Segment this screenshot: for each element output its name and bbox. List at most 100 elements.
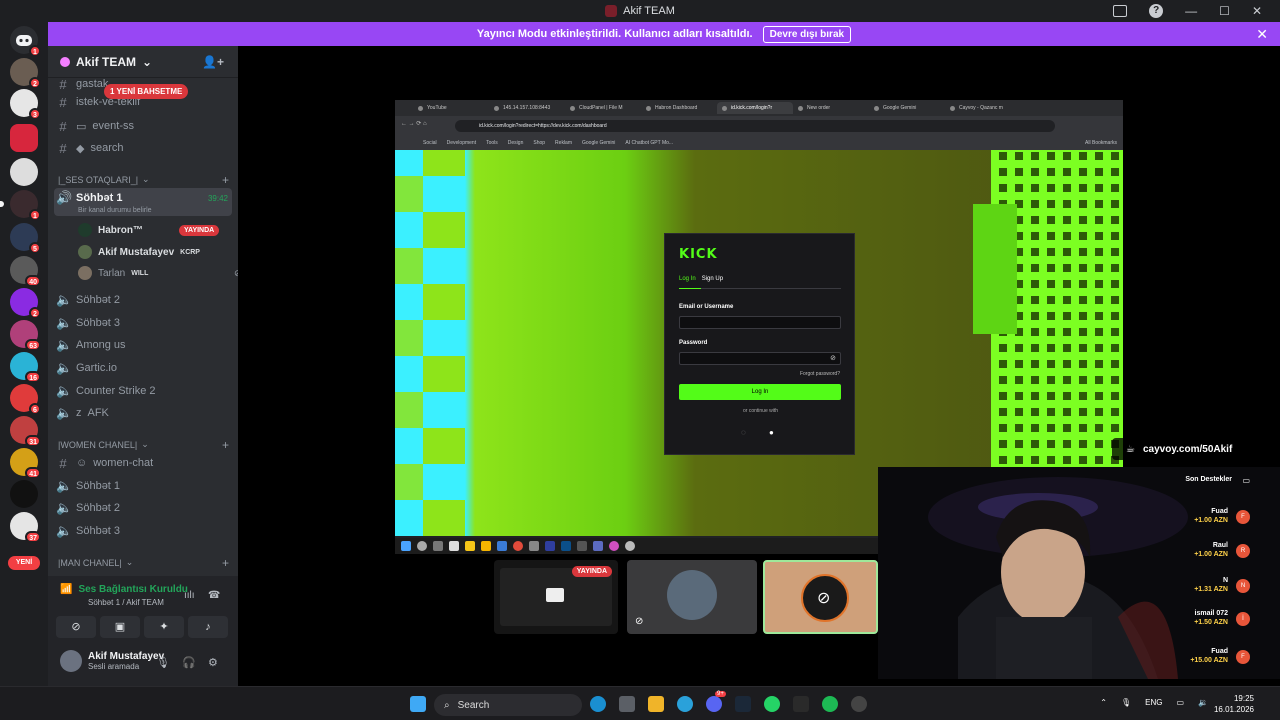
voice-channel-cs2[interactable]: 🔈 Counter Strike 2 bbox=[56, 381, 234, 401]
participant-tile-screen[interactable]: YAYINDA bbox=[494, 560, 618, 634]
server-icon-7[interactable]: 40 bbox=[10, 256, 41, 287]
server-icon-10[interactable]: 16 bbox=[10, 352, 41, 383]
close-button[interactable]: ✕ bbox=[1252, 4, 1262, 18]
taskbar-search[interactable]: ⌕ Search bbox=[434, 694, 582, 716]
password-field[interactable]: ⊘ bbox=[679, 352, 841, 365]
add-member-icon[interactable]: 👤+ bbox=[202, 55, 224, 69]
voice-channel-afk[interactable]: 🔈 z AFK bbox=[56, 403, 234, 423]
donation-link-overlay: ☕ cayvoy.com/50Akif bbox=[1112, 438, 1252, 460]
voice-channel-among-us[interactable]: 🔈 Among us bbox=[56, 335, 234, 355]
minimize-button[interactable]: — bbox=[1185, 4, 1197, 18]
whatsapp-icon[interactable] bbox=[764, 696, 780, 712]
voice-user-akif[interactable]: Akif Mustafayev KCRP bbox=[78, 242, 200, 262]
spotify-icon[interactable] bbox=[822, 696, 838, 712]
participant-tile-speaking[interactable]: ⊘ bbox=[763, 560, 878, 634]
browser-tab: New order bbox=[793, 102, 869, 114]
women-voice-sohbet-3[interactable]: 🔈 Söhbət 3 bbox=[56, 521, 234, 541]
voice-connected-status[interactable]: 📶 Ses Bağlantısı Kuruldu bbox=[60, 584, 188, 595]
telegram-icon[interactable] bbox=[677, 696, 693, 712]
inbox-icon[interactable] bbox=[1113, 5, 1128, 17]
google-login-icon[interactable]: ◌ bbox=[741, 428, 746, 437]
microphone-icon[interactable]: 🎙 bbox=[156, 656, 170, 669]
discord-home-icon[interactable]: 1 bbox=[10, 26, 41, 57]
voice-channel-gartic[interactable]: 🔈 Gartic.io bbox=[56, 358, 234, 378]
channel-status[interactable]: Bir kanal durumu belirle bbox=[78, 207, 152, 214]
epic-games-icon[interactable] bbox=[793, 696, 809, 712]
email-field[interactable] bbox=[679, 316, 841, 329]
file-explorer-icon[interactable] bbox=[648, 696, 664, 712]
continue-with-label: or continue with bbox=[742, 408, 779, 414]
help-icon[interactable]: ? bbox=[1149, 4, 1164, 18]
server-icon-13[interactable]: 41 bbox=[10, 448, 41, 479]
noise-suppression-icon[interactable]: ıılı bbox=[184, 590, 195, 601]
steam-icon[interactable] bbox=[735, 696, 751, 712]
forgot-password-link[interactable]: Forgot password? bbox=[800, 371, 840, 377]
obs-icon[interactable] bbox=[851, 696, 867, 712]
start-button[interactable] bbox=[410, 696, 426, 712]
server-icon-14[interactable] bbox=[10, 480, 38, 508]
server-icon-1[interactable]: 2 bbox=[10, 58, 41, 89]
live-badge: YAYINDA bbox=[571, 566, 612, 577]
women-voice-sohbet-1[interactable]: 🔈 Söhbət 1 bbox=[56, 476, 234, 496]
server-icon-4[interactable] bbox=[10, 158, 38, 186]
store-icon[interactable] bbox=[619, 696, 635, 712]
disable-streamer-mode-button[interactable]: Devre dışı bırak bbox=[762, 25, 852, 43]
voice-user-habron[interactable]: Habron™ YAYINDA bbox=[78, 220, 220, 240]
server-icon-12[interactable]: 31 bbox=[10, 416, 41, 447]
volume-icon[interactable]: 🔉 bbox=[1198, 698, 1208, 707]
server-rail: 1 2 3 1 5 40 2 63 16 6 31 41 37 YENİ bbox=[0, 22, 48, 686]
login-tab[interactable]: Log In bbox=[679, 276, 696, 282]
voice-user-tarlan[interactable]: Tarlan WILL ⊘ bbox=[78, 263, 238, 283]
server-icon-2[interactable]: 3 bbox=[10, 89, 41, 120]
new-servers-badge[interactable]: YENİ bbox=[8, 556, 40, 570]
signup-tab[interactable]: Sign Up bbox=[702, 276, 723, 282]
discord-icon[interactable]: 9+ bbox=[706, 691, 726, 712]
voice-channel-path[interactable]: Söhbət 1 / Akif TEAM bbox=[88, 598, 164, 607]
camera-off-button[interactable]: ⊘ bbox=[56, 616, 96, 638]
eye-off-icon[interactable]: ⊘ bbox=[830, 354, 836, 362]
server-icon-15[interactable]: 37 bbox=[10, 512, 41, 543]
server-icon-11[interactable]: 6 bbox=[10, 384, 41, 415]
microphone-icon[interactable]: 🎙 bbox=[1121, 698, 1131, 707]
headphones-icon[interactable]: 🎧 bbox=[182, 656, 196, 669]
server-icon-6[interactable]: 5 bbox=[10, 223, 41, 254]
new-mention-badge[interactable]: 1 YENİ BAHSETME bbox=[104, 84, 189, 99]
apple-login-icon[interactable]: ● bbox=[769, 428, 774, 437]
user-tag: KCRP bbox=[180, 248, 200, 256]
taskbar-clock[interactable]: 19:25 16.01.2026 bbox=[1214, 693, 1254, 715]
language-indicator[interactable]: ENG bbox=[1145, 698, 1162, 707]
login-button[interactable]: Log In bbox=[679, 384, 841, 400]
browser-tab: 145.14.157.108:8443 bbox=[489, 102, 565, 114]
server-icon-8[interactable]: 2 bbox=[10, 288, 41, 319]
channel-event-ss[interactable]: # ▭ event-ss bbox=[56, 116, 234, 136]
server-icon-9[interactable]: 63 bbox=[10, 320, 41, 351]
soundboard-button[interactable]: ♪ bbox=[188, 616, 228, 638]
activities-button[interactable]: ✦ bbox=[144, 616, 184, 638]
chevron-up-icon[interactable]: ⌃ bbox=[1100, 698, 1107, 707]
add-channel-icon[interactable]: + bbox=[222, 556, 229, 570]
server-icon-3[interactable] bbox=[10, 124, 38, 152]
edge-icon[interactable] bbox=[590, 696, 606, 712]
man-category[interactable]: |MAN CHANEL| ⌄ + bbox=[58, 556, 229, 570]
banner-text: Yayıncı Modu etkinleştirildi. Kullanıcı … bbox=[476, 28, 753, 40]
network-icon[interactable]: ▭ bbox=[1176, 698, 1184, 707]
participant-tile-user[interactable]: ⊘ bbox=[627, 560, 757, 634]
screen-share-button[interactable]: ▣ bbox=[100, 616, 140, 638]
add-channel-icon[interactable]: + bbox=[222, 438, 229, 452]
settings-gear-icon[interactable]: ⚙ bbox=[208, 656, 218, 669]
banner-close-icon[interactable]: ✕ bbox=[1256, 26, 1268, 43]
women-voice-sohbet-2[interactable]: 🔈 Söhbət 2 bbox=[56, 498, 234, 518]
voice-channel-sohbet-1[interactable]: 🔊 Söhbət 1 39:42 bbox=[56, 188, 234, 208]
user-account[interactable]: Akif Mustafayev Sesli aramada bbox=[60, 650, 164, 672]
voice-channel-sohbet-2[interactable]: 🔈 Söhbət 2 bbox=[56, 290, 234, 310]
avatar bbox=[78, 266, 92, 280]
channel-search[interactable]: # ◆ search bbox=[56, 138, 234, 158]
voice-category[interactable]: |_SES OTAQLARI_| ⌄ + bbox=[58, 173, 229, 187]
maximize-button[interactable]: ☐ bbox=[1219, 4, 1230, 18]
women-category[interactable]: |WOMEN CHANEL| ⌄ + bbox=[58, 438, 229, 452]
voice-channel-sohbet-3[interactable]: 🔈 Söhbət 3 bbox=[56, 313, 234, 333]
disconnect-icon[interactable]: ☎ bbox=[208, 590, 220, 601]
add-channel-icon[interactable]: + bbox=[222, 173, 229, 187]
channel-women-chat[interactable]: # ☺ women-chat bbox=[56, 453, 234, 473]
akif-team-server-icon[interactable]: 1 bbox=[0, 190, 41, 221]
